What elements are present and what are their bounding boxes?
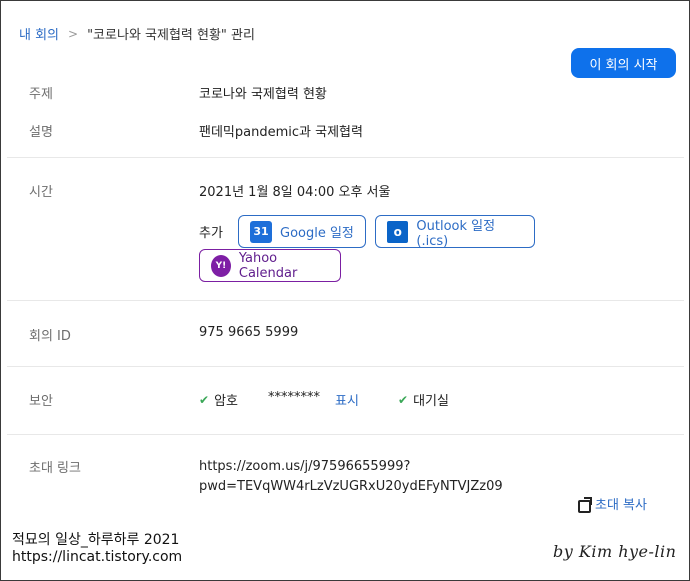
outlook-calendar-label: Outlook 일정(.ics) [416, 218, 496, 249]
topic-label: 주제 [29, 87, 53, 102]
meeting-id-label: 회의 ID [29, 329, 71, 344]
show-password-link[interactable]: 표시 [335, 390, 359, 409]
invite-link-line1: https://zoom.us/j/97596655999? [199, 459, 411, 474]
breadcrumb: 내 회의 > "코로나와 국제협력 현황" 관리 [19, 24, 255, 44]
time-label: 시간 [29, 185, 53, 200]
breadcrumb-my-meetings-link[interactable]: 내 회의 [19, 24, 59, 43]
watermark-blog: 적묘의 일상_하루하루 2021 https://lincat.tistory.… [12, 532, 182, 566]
outlook-icon: o [387, 220, 409, 243]
watermark-line2: https://lincat.tistory.com [12, 549, 183, 565]
breadcrumb-current: "코로나와 국제협력 현황" 관리 [87, 28, 255, 43]
copy-invitation-button[interactable]: 초대 복사 [577, 494, 647, 513]
copy-icon [577, 496, 592, 513]
divider [7, 366, 684, 367]
google-calendar-icon: 31 [250, 220, 272, 243]
waiting-room-label: 대기실 [413, 394, 449, 409]
copy-invitation-label: 초대 복사 [595, 498, 647, 513]
divider [7, 434, 684, 435]
outlook-calendar-button[interactable]: o Outlook 일정(.ics) [375, 215, 535, 249]
yahoo-calendar-label: Yahoo Calendar [238, 250, 298, 281]
meeting-id-value: 975 9665 5999 [199, 325, 299, 340]
breadcrumb-separator: > [68, 26, 79, 41]
yahoo-calendar-button[interactable]: Y! Yahoo Calendar [199, 249, 341, 282]
security-label: 보안 [29, 394, 53, 409]
invite-link-line2: pwd=TEVqWW4rLzVzUGRxU20ydEFyNTVJZz09 [199, 479, 503, 494]
time-value: 2021년 1월 8일 04:00 오후 서울 [199, 185, 391, 200]
google-calendar-button[interactable]: 31 Google 일정 [238, 215, 366, 248]
description-label: 설명 [29, 125, 53, 140]
security-password: ✔ 암호 [199, 390, 238, 410]
security-waiting-room: ✔ 대기실 [398, 390, 449, 410]
google-calendar-label: Google 일정 [280, 226, 354, 241]
topic-value: 코로나와 국제협력 현황 [199, 87, 327, 102]
add-to-calendar-label: 추가 [199, 226, 223, 241]
start-meeting-button[interactable]: 이 회의 시작 [571, 48, 676, 78]
password-mask: ******** [268, 390, 320, 405]
watermark-line1: 적묘의 일상_하루하루 2021 [12, 532, 180, 548]
check-icon: ✔ [398, 392, 409, 407]
invite-link-text: https://zoom.us/j/97596655999? pwd=TEVqW… [199, 457, 503, 497]
watermark-signature: by Kim hye-lin [553, 542, 677, 561]
divider [7, 300, 684, 301]
invite-link-label: 초대 링크 [29, 461, 81, 476]
description-value: 팬데믹pandemic과 국제협력 [199, 125, 363, 140]
check-icon: ✔ [199, 392, 210, 407]
yahoo-icon: Y! [211, 254, 231, 277]
password-label: 암호 [214, 394, 238, 409]
divider [7, 157, 684, 158]
